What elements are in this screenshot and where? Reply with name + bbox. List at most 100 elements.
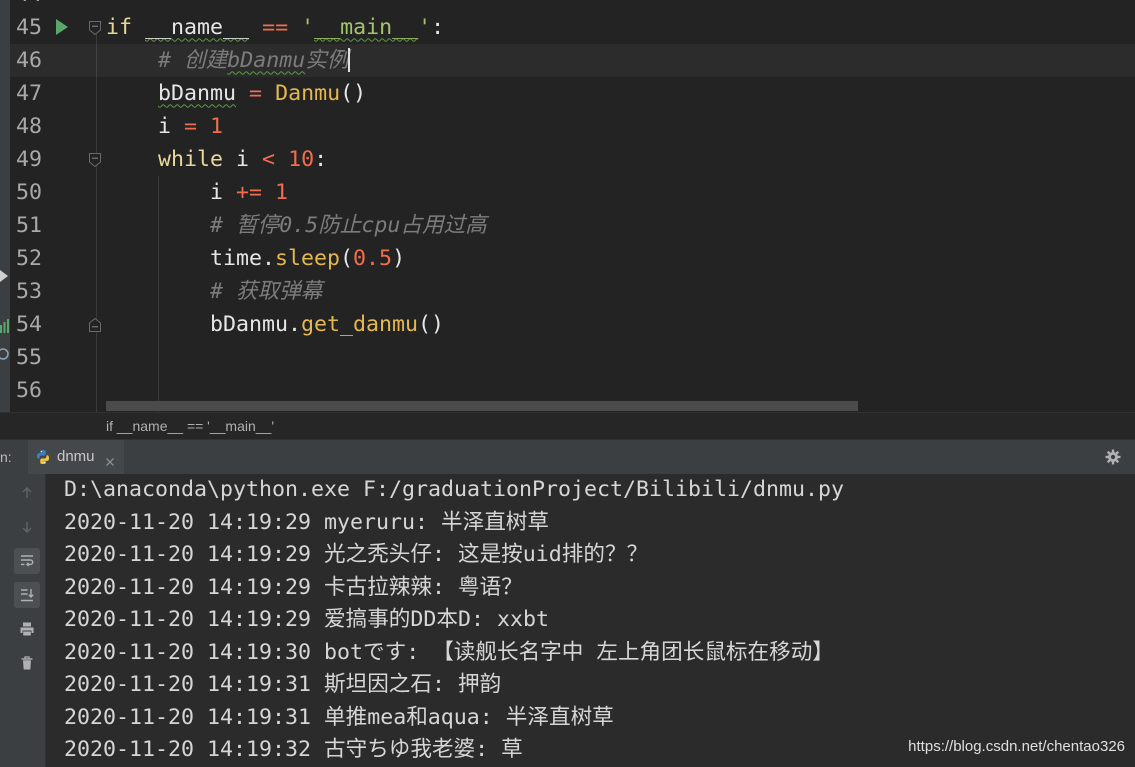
console-output[interactable]: D:\anaconda\python.exe F:/graduationProj… <box>47 474 1135 767</box>
run-icon[interactable] <box>56 19 68 35</box>
fold-start-icon[interactable] <box>89 20 101 35</box>
code-token: bDanmu. <box>106 311 302 337</box>
line-number[interactable]: 49 <box>12 143 42 176</box>
code-line[interactable]: 51 # 暂停0.5防止cpu占用过高 <box>10 209 1135 242</box>
code-token: bDanmu <box>158 80 237 106</box>
left-tool-strip <box>0 0 10 439</box>
code-token: ) <box>392 245 406 271</box>
breadcrumb-bar: if __name__ == '__main__' <box>0 412 1135 439</box>
line-number[interactable]: 53 <box>12 275 42 308</box>
line-number[interactable]: 45 <box>12 11 42 44</box>
code-line[interactable]: 48 i = 1 <box>10 110 1135 143</box>
code-token: ' <box>301 14 315 40</box>
code-token: while <box>158 146 224 172</box>
code-token: () <box>418 311 445 337</box>
code-token: time. <box>106 245 276 271</box>
code-text[interactable]: # 暂停0.5防止cpu占用过高 <box>106 209 487 242</box>
console-output-line[interactable]: 2020-11-20 14:19:30 botです: 【读舰长名字中 左上角团长… <box>64 637 834 670</box>
code-text[interactable]: time.sleep(0.5) <box>106 242 405 275</box>
code-line[interactable]: 49 while i < 10: <box>10 143 1135 176</box>
code-token: == <box>262 14 289 40</box>
sidebar-bars-icon[interactable] <box>0 318 10 337</box>
code-line[interactable]: 50 i += 1 <box>10 176 1135 209</box>
code-token: get_danmu <box>301 311 419 337</box>
code-token: : <box>314 146 328 172</box>
fold-end-icon[interactable] <box>89 317 101 332</box>
console-output-line[interactable]: D:\anaconda\python.exe F:/graduationProj… <box>64 474 844 507</box>
code-token: i <box>106 179 237 205</box>
breadcrumb[interactable]: if __name__ == '__main__' <box>106 413 274 439</box>
code-text[interactable]: # 创建bDanmu实例 <box>106 44 351 77</box>
down-arrow-icon[interactable] <box>14 514 40 540</box>
console-output-line[interactable]: 2020-11-20 14:19:32 古守ちゆ我老婆: 草 <box>64 734 523 767</box>
code-token: += <box>236 179 263 205</box>
up-arrow-icon[interactable] <box>14 480 40 506</box>
code-text[interactable]: i = 1 <box>106 110 223 143</box>
fold-start-icon[interactable] <box>89 152 101 167</box>
line-number[interactable]: 51 <box>12 209 42 242</box>
code-editor[interactable]: 4445if __name__ == '__main__':46 # 创建bDa… <box>10 0 1135 412</box>
code-line[interactable]: 52 time.sleep(0.5) <box>10 242 1135 275</box>
code-text[interactable]: i += 1 <box>106 176 288 209</box>
code-line[interactable]: 53 # 获取弹幕 <box>10 275 1135 308</box>
line-number[interactable]: 50 <box>12 176 42 209</box>
close-icon[interactable] <box>105 452 115 466</box>
comment-token: # 暂停0.5防止cpu占用过高 <box>210 212 487 238</box>
line-number[interactable]: 52 <box>12 242 42 275</box>
line-number[interactable]: 44 <box>12 0 42 11</box>
gear-icon[interactable] <box>1105 449 1121 465</box>
code-token: : <box>431 14 445 40</box>
code-text[interactable]: bDanmu = Danmu() <box>106 77 366 110</box>
console-output-line[interactable]: 2020-11-20 14:19:29 爱搞事的DD本D: xxbt <box>64 604 549 637</box>
line-number[interactable]: 47 <box>12 77 42 110</box>
code-line[interactable]: 44 <box>10 0 1135 11</box>
code-lines[interactable]: 4445if __name__ == '__main__':46 # 创建bDa… <box>10 0 1135 412</box>
scroll-to-end-icon[interactable] <box>14 582 40 608</box>
run-tab-label[interactable]: dnmu <box>57 440 95 474</box>
code-text[interactable]: bDanmu.get_danmu() <box>106 308 444 341</box>
line-number[interactable]: 56 <box>12 374 42 407</box>
run-tab[interactable]: dnmu <box>28 440 124 474</box>
console-output-line[interactable]: 2020-11-20 14:19:31 斯坦因之石: 押韵 <box>64 669 501 702</box>
code-token: () <box>340 80 367 106</box>
code-line[interactable]: 54 bDanmu.get_danmu() <box>10 308 1135 341</box>
sidebar-circle-icon[interactable] <box>0 346 10 365</box>
code-token: ( <box>340 245 354 271</box>
code-token: sleep <box>275 245 341 271</box>
run-panel-label: n: <box>0 449 12 465</box>
run-panel-header: n: dnmu <box>0 439 1135 474</box>
soft-wrap-icon[interactable] <box>14 548 40 574</box>
console-output-line[interactable]: 2020-11-20 14:19:29 myeruru: 半泽直树草 <box>64 507 549 540</box>
line-number[interactable]: 48 <box>12 110 42 143</box>
code-text[interactable]: while i < 10: <box>106 143 327 176</box>
line-number[interactable]: 54 <box>12 308 42 341</box>
line-number[interactable]: 55 <box>12 341 42 374</box>
code-text[interactable]: # 获取弹幕 <box>106 275 322 308</box>
code-line[interactable]: 55 <box>10 341 1135 374</box>
code-token: Danmu <box>275 80 341 106</box>
code-text[interactable]: if __name__ == '__main__': <box>106 11 444 44</box>
code-line[interactable]: 46 # 创建bDanmu实例 <box>10 43 1135 77</box>
sidebar-arrow-icon[interactable] <box>0 268 9 287</box>
comment-token: # 创建 <box>158 47 228 73</box>
code-line[interactable]: 47 bDanmu = Danmu() <box>10 77 1135 110</box>
code-token: __main__ <box>314 14 419 40</box>
console-output-line[interactable]: 2020-11-20 14:19:29 光之秃头仔: 这是按uid排的？？ <box>64 539 648 572</box>
print-icon[interactable] <box>14 616 40 642</box>
line-number[interactable]: 46 <box>12 44 42 77</box>
code-token: = <box>249 80 263 106</box>
code-token: = <box>184 113 198 139</box>
horizontal-scrollbar[interactable] <box>106 401 858 411</box>
console-output-line[interactable]: 2020-11-20 14:19:31 单推mea和aqua: 半泽直树草 <box>64 702 614 735</box>
console-output-line[interactable]: 2020-11-20 14:19:29 卡古拉辣辣: 粤语？ <box>64 572 523 605</box>
trash-icon[interactable] <box>14 650 40 676</box>
code-line[interactable]: 45 if __name__ == '__main__': <box>10 11 1135 44</box>
text-caret <box>348 47 351 72</box>
